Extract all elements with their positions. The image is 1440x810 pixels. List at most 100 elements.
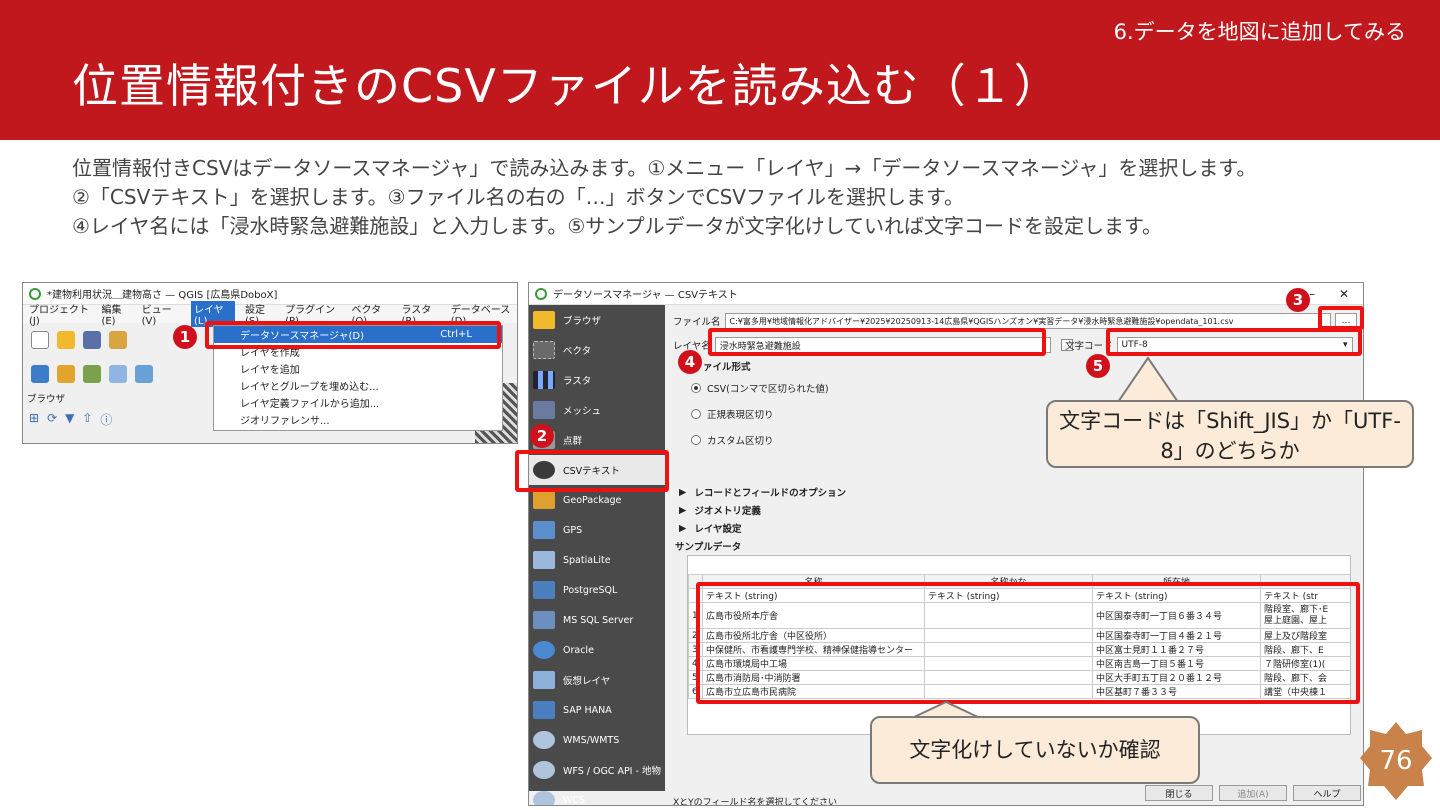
menu-item-georeferencer[interactable]: ジオリファレンサ... [214, 411, 502, 428]
sidebar-item-spatialite[interactable]: SpatiaLite [529, 545, 665, 575]
instruction-text: 位置情報付きCSVはデータソースマネージャ」で読み込みます。①メニュー「レイヤ」… [72, 154, 1412, 241]
geopackage-icon [533, 491, 555, 509]
menu-edit[interactable]: 編集(E) [101, 301, 131, 327]
oracle-icon [533, 641, 555, 659]
sidebar-label: SAP HANA [563, 704, 612, 716]
virtual-layer-icon [533, 671, 555, 689]
collapsible-sections: ▶ レコードとフィールドのオプション ▶ ジオメトリ定義 ▶ レイヤ設定 [673, 483, 846, 537]
section-label: レイヤ設定 [694, 524, 742, 535]
sidebar-item-browser[interactable]: ブラウザ [529, 305, 665, 335]
gps-icon [533, 521, 555, 539]
close-button[interactable]: 閉じる [1145, 785, 1213, 801]
sidebar-label: SpatiaLite [563, 554, 611, 566]
caret-right-icon: ▶ [679, 504, 687, 516]
sidebar-label: 仮想レイヤ [563, 676, 611, 687]
section-geometry[interactable]: ▶ ジオメトリ定義 [673, 501, 846, 519]
section-label: 6.データを地図に追加してみる [1113, 20, 1406, 44]
mesh-icon [533, 401, 555, 419]
sidebar-label: MS SQL Server [563, 614, 634, 626]
highlight-box-csv [515, 450, 669, 492]
menu-view[interactable]: ビュー(V) [142, 301, 181, 327]
sidebar-item-gps[interactable]: GPS [529, 515, 665, 545]
open-folder-icon[interactable] [57, 331, 75, 349]
globe-icon [533, 791, 555, 805]
section-record-options[interactable]: ▶ レコードとフィールドのオプション [673, 483, 846, 501]
add-layer-icon[interactable] [31, 365, 49, 383]
page-number: 76 [1379, 746, 1413, 776]
dsm-titlebar: データソースマネージャ — CSVテキスト – ✕ [529, 283, 1363, 305]
grid-icon[interactable] [135, 365, 153, 383]
section-label: ジオメトリ定義 [694, 506, 761, 517]
step-marker-5: 5 [1086, 354, 1110, 378]
info-icon[interactable]: ⓘ [100, 411, 112, 428]
dsm-title: データソースマネージャ — CSVテキスト [553, 290, 738, 301]
sidebar-label: WFS / OGC API - 地物 [563, 766, 661, 777]
sidebar-label: ラスタ [563, 376, 592, 387]
sap-hana-icon [533, 701, 555, 719]
sidebar-item-mssql[interactable]: MS SQL Server [529, 605, 665, 635]
step-marker-3: 3 [1286, 288, 1310, 312]
sidebar-item-wms[interactable]: WMS/WMTS [529, 725, 665, 755]
step-marker-1: 1 [173, 325, 197, 349]
instruction-line-1: 位置情報付きCSVはデータソースマネージャ」で読み込みます。①メニュー「レイヤ」… [72, 156, 1257, 180]
callout-encoding: 文字コードは「Shift_JIS」か「UTF-8」のどちらか [1046, 400, 1414, 468]
highlight-box-menu [205, 321, 501, 349]
menu-item-embed-layers[interactable]: レイヤとグループを埋め込む... [214, 377, 502, 394]
close-icon[interactable]: ✕ [1339, 287, 1349, 301]
sidebar-item-raster[interactable]: ラスタ [529, 365, 665, 395]
sidebar-label: PostgreSQL [563, 584, 618, 596]
file-input[interactable]: C:¥富多用¥地域情報化アドバイザー¥2025¥20250913-14広島県¥Q… [724, 313, 1331, 329]
sidebar-item-vector[interactable]: ベクタ [529, 335, 665, 365]
sidebar-item-postgresql[interactable]: PostgreSQL [529, 575, 665, 605]
template-icon[interactable] [109, 331, 127, 349]
browser-panel-label: ブラウザ [27, 394, 66, 405]
caret-right-icon: ▶ [679, 522, 687, 534]
browser-toolbar: ⊞ ⟳ ▼ ⇧ ⓘ [29, 411, 112, 428]
sidebar-label: ベクタ [563, 346, 592, 357]
help-button[interactable]: ヘルプ [1293, 785, 1361, 801]
radio-label: カスタム区切り [707, 436, 774, 447]
sidebar-item-wcs[interactable]: WCS [529, 785, 665, 805]
collapse-icon[interactable]: ⇧ [82, 411, 92, 428]
refresh-icon[interactable]: ⟳ [47, 411, 57, 428]
slide-title: 位置情報付きのCSVファイルを読み込む（１） [72, 59, 1061, 113]
step-marker-2: 2 [530, 424, 554, 448]
highlight-box-layer-name [708, 328, 1046, 356]
sidebar-label: 点群 [563, 436, 583, 447]
slide-header: 6.データを地図に追加してみる 位置情報付きのCSVファイルを読み込む（１） [0, 0, 1440, 140]
sidebar-item-oracle[interactable]: Oracle [529, 635, 665, 665]
add-v-layer-icon[interactable] [83, 365, 101, 383]
menu-item-add-layer[interactable]: レイヤを追加 [214, 360, 502, 377]
highlight-box-sample [696, 582, 1360, 704]
qgis-logo-icon [535, 287, 547, 300]
sidebar-item-mesh[interactable]: メッシュ [529, 395, 665, 425]
radio-csv[interactable]: CSV(コンマで区切られた値) [673, 375, 1357, 401]
add-vector-icon[interactable] [57, 365, 75, 383]
callout-check: 文字化けしていないか確認 [870, 716, 1200, 784]
pencil-icon[interactable] [109, 365, 127, 383]
spatialite-icon [533, 551, 555, 569]
file-label: ファイル名 [673, 317, 721, 328]
add-button[interactable]: 追加(A) [1219, 785, 1287, 801]
add-icon[interactable]: ⊞ [29, 411, 39, 428]
postgresql-icon [533, 581, 555, 599]
sidebar-item-saphana[interactable]: SAP HANA [529, 695, 665, 725]
save-icon[interactable] [83, 331, 101, 349]
filter-icon[interactable]: ▼ [65, 411, 74, 428]
new-project-icon[interactable] [31, 331, 49, 349]
highlight-box-browse [1318, 306, 1364, 330]
section-layer-settings[interactable]: ▶ レイヤ設定 [673, 519, 846, 537]
sidebar-item-virtual[interactable]: 仮想レイヤ [529, 665, 665, 695]
mssql-icon [533, 611, 555, 629]
step-marker-4: 4 [678, 350, 702, 374]
sidebar-item-wfs[interactable]: WFS / OGC API - 地物 [529, 755, 665, 785]
instruction-line-2: ②「CSVテキスト」を選択します。③ファイル名の右の「…」ボタンでCSVファイル… [72, 185, 964, 209]
menu-item-add-from-definition[interactable]: レイヤ定義ファイルから追加... [214, 394, 502, 411]
caret-right-icon: ▶ [679, 486, 687, 498]
bottom-note: XとYのフィールド名を選択してください [673, 798, 837, 806]
qgis-window: *建物利用状況＿建物高さ — QGIS [広島県DoboX] プロジェクト(J)… [22, 282, 518, 444]
radio-icon [691, 409, 701, 419]
radio-label: 正規表現区切り [707, 410, 774, 421]
menu-project[interactable]: プロジェクト(J) [29, 301, 91, 327]
sidebar-label: WMS/WMTS [563, 734, 620, 746]
